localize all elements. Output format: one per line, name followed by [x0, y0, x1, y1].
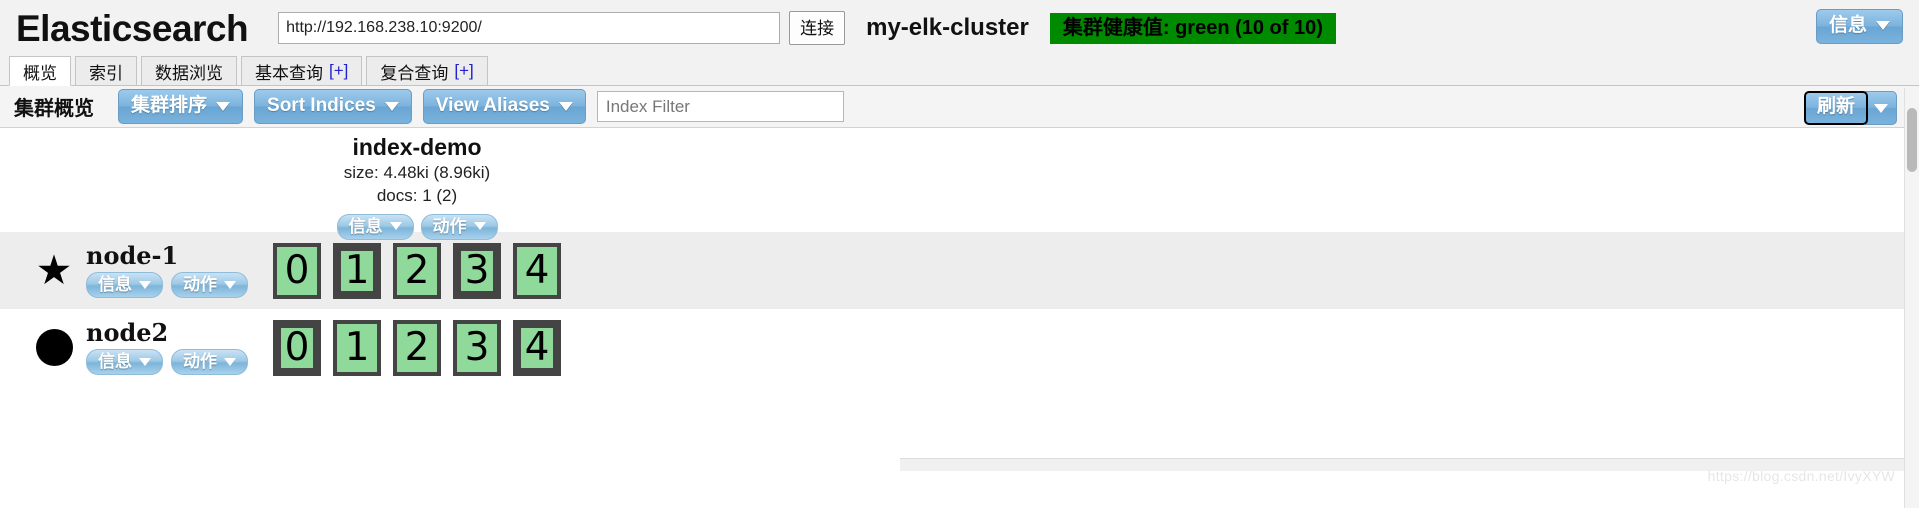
star-icon: ★	[35, 247, 73, 293]
node-name: node-1	[86, 240, 179, 270]
index-column-index-demo: index-demo size: 4.48ki (8.96ki) docs: 1…	[328, 128, 506, 240]
shard-box[interactable]: 3	[453, 319, 501, 376]
table-row: ★ node-1 信息 动作 0 1 2 3 4	[0, 232, 1919, 309]
node-info-label: 信息	[98, 274, 132, 294]
cluster-name-label: my-elk-cluster	[866, 14, 1029, 41]
chevron-down-icon	[473, 222, 486, 231]
index-action-button[interactable]: 动作	[420, 213, 498, 240]
cluster-url-input[interactable]	[278, 12, 781, 44]
app-header: Elasticsearch 连接 my-elk-cluster 集群健康值: g…	[0, 0, 1919, 56]
shard-box[interactable]: 1	[333, 242, 381, 299]
index-header-row: index-demo size: 4.48ki (8.96ki) docs: 1…	[0, 128, 1919, 240]
shard-box[interactable]: 2	[393, 242, 441, 299]
header-info-button[interactable]: 信息	[1815, 9, 1903, 44]
node-action-button[interactable]: 动作	[171, 271, 248, 299]
sort-indices-button[interactable]: Sort Indices	[254, 89, 412, 124]
chevron-down-icon	[1874, 103, 1888, 113]
tab-data-browse[interactable]: 数据浏览	[141, 56, 237, 85]
chevron-down-icon	[139, 280, 151, 289]
cluster-overview-grid: index-demo size: 4.48ki (8.96ki) docs: 1…	[0, 128, 1919, 471]
view-aliases-label: View Aliases	[435, 95, 550, 117]
shard-box[interactable]: 4	[513, 319, 561, 376]
index-name: index-demo	[352, 134, 482, 160]
vertical-scrollbar-thumb[interactable]	[1907, 108, 1917, 172]
shard-cell-node-1: 0 1 2 3 4	[273, 242, 561, 299]
tab-composite-query-label: 复合查询	[380, 63, 449, 83]
chevron-down-icon	[384, 101, 399, 111]
connect-button[interactable]: 连接	[789, 11, 846, 45]
node-info-button[interactable]: 信息	[86, 348, 163, 376]
shard-box[interactable]: 1	[333, 319, 381, 376]
shard-box[interactable]: 0	[273, 319, 321, 376]
node-info-label: 信息	[98, 351, 132, 371]
sort-indices-label: Sort Indices	[267, 95, 376, 117]
node-action-label: 动作	[183, 274, 217, 294]
chevron-down-icon	[558, 101, 573, 111]
overview-title: 集群概览	[14, 98, 94, 120]
index-docs: docs: 1 (2)	[376, 185, 458, 205]
node-actions: 信息 动作	[86, 348, 248, 376]
tab-composite-query-plus: [+]	[454, 61, 474, 80]
tab-composite-query[interactable]: 复合查询 [+]	[366, 56, 488, 85]
node-info-node2: node2 信息 动作	[86, 317, 248, 376]
chevron-down-icon	[224, 357, 236, 366]
chevron-down-icon	[1876, 21, 1890, 31]
watermark: https://blog.csdn.net/IvyXYW	[1707, 468, 1895, 484]
sort-nodes-button[interactable]: 集群排序	[118, 89, 244, 124]
vertical-scrollbar[interactable]	[1904, 88, 1919, 508]
tab-basic-query-plus: [+]	[329, 61, 349, 80]
node-info-node-1: node-1 信息 动作	[86, 240, 248, 299]
toolbar-right-actions: 刷新	[1803, 91, 1897, 125]
refresh-button[interactable]: 刷新	[1803, 91, 1868, 125]
node-column-gutter	[0, 128, 328, 232]
shard-box[interactable]: 3	[453, 242, 501, 299]
tab-indices-label: 索引	[89, 63, 123, 83]
node-info-button[interactable]: 信息	[86, 271, 163, 299]
tab-overview-label: 概览	[23, 63, 57, 83]
tab-overview[interactable]: 概览	[9, 56, 71, 86]
tab-basic-query-label: 基本查询	[255, 63, 323, 83]
shard-list: 0 1 2 3 4	[273, 319, 561, 376]
shard-box[interactable]: 4	[513, 242, 561, 299]
chevron-down-icon	[216, 101, 231, 111]
table-row: node2 信息 动作 0 1 2 3 4	[0, 309, 1919, 386]
node-actions: 信息 动作	[86, 271, 248, 299]
view-aliases-button[interactable]: View Aliases	[422, 89, 586, 124]
shard-box[interactable]: 2	[393, 319, 441, 376]
chevron-down-icon	[389, 222, 402, 231]
node-action-label: 动作	[183, 351, 217, 371]
index-info-label: 信息	[348, 216, 383, 236]
shard-cell-node2: 0 1 2 3 4	[273, 319, 561, 376]
circle-icon	[22, 329, 86, 366]
index-action-label: 动作	[432, 216, 467, 236]
chevron-down-icon	[224, 280, 236, 289]
tab-indices[interactable]: 索引	[75, 56, 137, 85]
node-action-button[interactable]: 动作	[171, 348, 248, 376]
sort-nodes-label: 集群排序	[131, 95, 208, 117]
index-info-button[interactable]: 信息	[336, 213, 414, 240]
index-actions: 信息 动作	[328, 213, 506, 240]
chevron-down-icon	[139, 357, 151, 366]
tab-bar: 概览 索引 数据浏览 基本查询 [+] 复合查询 [+]	[0, 56, 1919, 86]
app-brand: Elasticsearch	[16, 7, 249, 49]
node-name: node2	[86, 317, 169, 347]
tab-data-browse-label: 数据浏览	[155, 63, 223, 83]
shard-list: 0 1 2 3 4	[273, 242, 561, 299]
index-filter-input[interactable]	[596, 91, 844, 122]
refresh-options-button[interactable]	[1865, 91, 1897, 125]
cluster-health-badge: 集群健康值: green (10 of 10)	[1049, 12, 1336, 44]
header-info-label: 信息	[1828, 15, 1867, 36]
shard-box[interactable]: 0	[273, 242, 321, 299]
header-actions: 信息	[1815, 9, 1903, 44]
overview-toolbar: 集群概览 集群排序 Sort Indices View Aliases 刷新	[0, 86, 1919, 128]
tab-basic-query[interactable]: 基本查询 [+]	[241, 56, 363, 85]
index-size: size: 4.48ki (8.96ki)	[343, 163, 491, 183]
